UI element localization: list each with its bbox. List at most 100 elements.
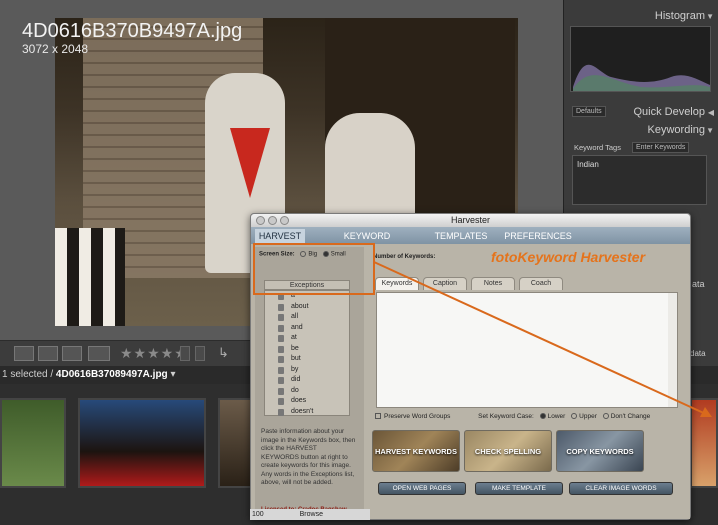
check-spelling-button[interactable]: CHECK SPELLING [464, 430, 552, 472]
grid-view-icon[interactable] [14, 346, 34, 361]
trash-icon[interactable] [278, 356, 284, 363]
keywording-title[interactable]: Keywording [564, 124, 718, 136]
exception-item[interactable]: and [265, 323, 349, 334]
trash-icon[interactable] [278, 366, 284, 374]
tab-keywords[interactable]: Keywords [375, 277, 419, 290]
exception-word: by [291, 365, 299, 373]
keyword-case-label: Set Keyword Case: [478, 413, 534, 420]
tab-caption[interactable]: Caption [423, 277, 467, 290]
collapse-triangle-icon[interactable]: ◀ [708, 108, 714, 117]
trash-icon[interactable] [278, 398, 284, 405]
exception-word: be [291, 344, 299, 352]
harvester-titlebar[interactable]: Harvester [251, 214, 690, 227]
exception-word: at [291, 334, 297, 341]
browse-label[interactable]: Browse [300, 511, 323, 518]
exception-item[interactable]: do [265, 386, 349, 397]
callout-box [253, 243, 375, 295]
exception-item[interactable]: does [265, 396, 349, 407]
exception-item[interactable]: but [265, 354, 349, 365]
loupe-view-icon[interactable] [38, 346, 58, 361]
chevron-down-icon[interactable]: ▾ [170, 369, 175, 380]
preserve-word-groups-checkbox[interactable] [375, 413, 381, 420]
copy-keywords-button[interactable]: COPY KEYWORDS [556, 430, 644, 472]
harvester-tab-bar: HARVEST KEYWORD COMPOSER TEMPLATES PREFE… [251, 227, 690, 256]
collapse-triangle-icon[interactable]: ▼ [706, 126, 714, 135]
trash-icon[interactable] [278, 408, 284, 416]
close-button[interactable] [256, 216, 265, 225]
tab-coach[interactable]: Coach [519, 277, 563, 290]
copy-keywords-label: COPY KEYWORDS [566, 446, 634, 456]
harvester-status-bar: 100 Browse [250, 509, 370, 520]
exception-word: all [291, 313, 299, 320]
case-dont-change-label: Don't Change [610, 413, 651, 420]
trash-icon[interactable] [278, 377, 284, 384]
minimize-button[interactable] [268, 216, 277, 225]
clear-image-words-button[interactable]: CLEAR IMAGE WORDS [569, 482, 673, 495]
photo-drum [55, 228, 125, 326]
reject-flag-icon[interactable] [195, 346, 205, 361]
exception-item[interactable]: did [265, 375, 349, 386]
tab-keyword-composer[interactable]: KEYWORD COMPOSER [317, 229, 417, 256]
keywords-scrollbar[interactable] [668, 293, 677, 407]
filmstrip-thumb[interactable] [690, 398, 718, 488]
keyword-text-box[interactable]: Indian [572, 155, 707, 205]
histogram-graph [573, 64, 710, 91]
exceptions-list[interactable]: a about all and at be but by did do does doesn't [264, 290, 350, 416]
keyword-value: Indian [577, 160, 599, 169]
compare-view-icon[interactable] [62, 346, 82, 361]
case-lower-radio[interactable] [539, 413, 546, 420]
quick-develop-title[interactable]: Quick Develop [564, 106, 718, 118]
photo-filename: 4D0616B370B9497A.jpg [22, 20, 243, 42]
zoom-level: 100 [252, 511, 264, 518]
exception-item[interactable]: be [265, 344, 349, 355]
histogram-title[interactable]: Histogram [564, 10, 718, 22]
selected-count: 1 selected / [2, 369, 56, 380]
flag-icon[interactable] [180, 346, 190, 361]
rotate-icon[interactable]: ↳ [218, 345, 229, 361]
keywords-textarea[interactable] [376, 292, 678, 408]
trash-icon[interactable] [278, 345, 284, 353]
case-upper-radio[interactable] [571, 413, 578, 420]
photo-dimensions: 3072 x 2048 [22, 42, 89, 56]
harvester-title: Harvester [450, 215, 490, 225]
exception-item[interactable]: by [265, 365, 349, 376]
trash-icon[interactable] [278, 335, 284, 342]
harvest-main: Number of Keywords: fotoKeyword Harveste… [368, 247, 686, 515]
exception-word: did [291, 376, 301, 383]
paste-info-text: Paste information about your image in th… [261, 428, 356, 486]
selected-file[interactable]: 4D0616B37089497A.jpg [56, 369, 168, 380]
harvest-keywords-button[interactable]: HARVEST KEYWORDS [372, 430, 460, 472]
collapse-triangle-icon[interactable]: ▼ [706, 12, 714, 21]
open-web-pages-button[interactable]: OPEN WEB PAGES [378, 482, 466, 495]
exception-item[interactable]: all [265, 312, 349, 323]
trash-icon[interactable] [278, 324, 284, 332]
exception-item[interactable]: at [265, 333, 349, 344]
tab-harvest[interactable]: HARVEST [255, 229, 305, 244]
exception-item[interactable]: about [265, 302, 349, 313]
keyword-tags-label: Keyword Tags [574, 143, 621, 152]
case-dont-change-radio[interactable] [602, 413, 609, 420]
metadata-button-partial[interactable]: data [690, 349, 706, 358]
inner-tab-bar: Keywords Caption Notes Coach [375, 277, 675, 290]
filmstrip-thumb[interactable] [218, 398, 252, 488]
make-template-button[interactable]: MAKE TEMPLATE [475, 482, 563, 495]
tab-preferences[interactable]: PREFERENCES [503, 229, 573, 244]
filmstrip-thumb[interactable] [78, 398, 206, 488]
harvest-keywords-label: HARVEST KEYWORDS [375, 446, 457, 456]
filmstrip-thumb[interactable] [0, 398, 66, 488]
trash-icon[interactable] [278, 314, 284, 321]
histogram [570, 26, 711, 92]
metadata-title-partial[interactable]: ata [692, 279, 705, 289]
exception-word: but [291, 355, 301, 362]
tab-templates[interactable]: TEMPLATES [426, 229, 496, 244]
trash-icon[interactable] [278, 387, 284, 395]
trash-icon[interactable] [278, 303, 284, 311]
keyword-tags-select[interactable]: Enter Keywords [632, 142, 690, 153]
zoom-button[interactable] [280, 216, 289, 225]
rating-stars[interactable]: ★★★★★ [120, 345, 188, 362]
exception-word: about [291, 302, 309, 310]
survey-view-icon[interactable] [88, 346, 110, 361]
exception-word: do [291, 386, 299, 394]
exception-item[interactable]: doesn't [265, 407, 349, 418]
tab-notes[interactable]: Notes [471, 277, 515, 290]
